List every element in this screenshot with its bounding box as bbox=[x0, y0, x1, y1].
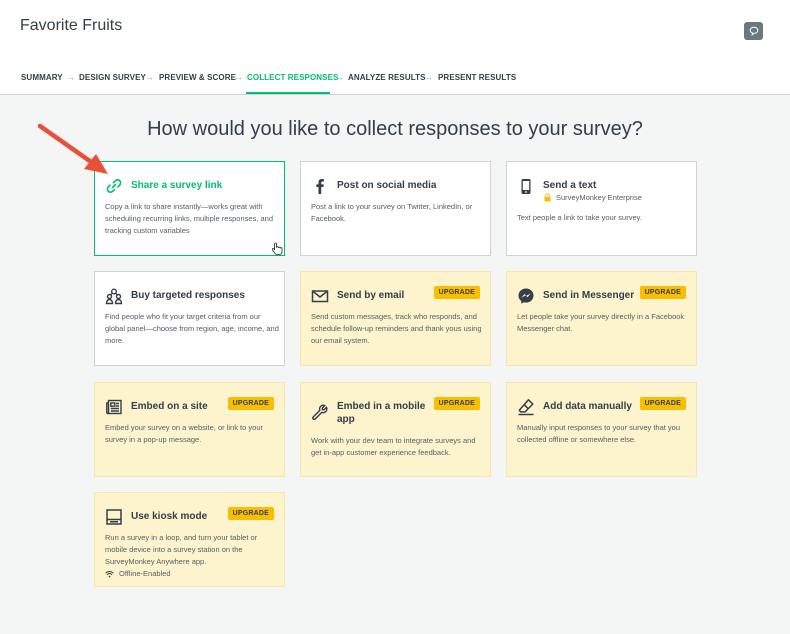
collector-card-embed-site[interactable]: Embed on a site UPGRADE Embed your surve… bbox=[94, 382, 285, 477]
collector-card-social-media[interactable]: Post on social media Post a link to your… bbox=[300, 161, 491, 256]
top-bar: Favorite Fruits bbox=[0, 0, 790, 60]
people-group-icon bbox=[105, 288, 123, 305]
card-description: Copy a link to share instantly—works gre… bbox=[105, 202, 274, 235]
nav-step-design-survey[interactable]: DESIGN SURVEY bbox=[79, 73, 146, 82]
upgrade-badge[interactable]: UPGRADE bbox=[639, 397, 686, 410]
offline-enabled-text: Offline-Enabled bbox=[119, 569, 171, 578]
active-step-indicator bbox=[246, 92, 330, 94]
nav-step-present-results[interactable]: PRESENT RESULTS bbox=[438, 73, 516, 82]
enterprise-label: SurveyMonkey Enterprise bbox=[543, 193, 642, 202]
card-title: Send by email bbox=[337, 290, 405, 301]
nav-arrow-icon: → bbox=[335, 72, 344, 82]
enterprise-label-text: SurveyMonkey Enterprise bbox=[556, 193, 642, 202]
card-description: Let people take your survey directly in … bbox=[517, 312, 685, 333]
nav-arrow-icon: → bbox=[234, 72, 243, 82]
upgrade-badge[interactable]: UPGRADE bbox=[227, 507, 274, 520]
collector-card-targeted-responses[interactable]: Buy targeted responses Find people who f… bbox=[94, 271, 285, 366]
collector-card-share-link[interactable]: Share a survey link Copy a link to share… bbox=[94, 161, 285, 256]
collector-card-messenger[interactable]: Send in Messenger UPGRADE Let people tak… bbox=[506, 271, 697, 366]
annotation-arrow-icon bbox=[37, 123, 108, 174]
card-description: Send custom messages, track who responds… bbox=[311, 312, 482, 345]
offline-enabled-label: Offline-Enabled bbox=[105, 569, 171, 578]
collector-card-embed-mobile[interactable]: Embed in a mobile app UPGRADE Work with … bbox=[300, 382, 491, 477]
pencil-eraser-icon bbox=[518, 399, 534, 416]
nav-arrow-icon: → bbox=[66, 72, 75, 82]
collector-card-send-text[interactable]: Send a text SurveyMonkey Enterprise Text… bbox=[506, 161, 697, 256]
collector-card-manual-data[interactable]: Add data manually UPGRADE Manually input… bbox=[506, 382, 697, 477]
card-description: Find people who fit your target criteria… bbox=[105, 312, 279, 345]
upgrade-badge[interactable]: UPGRADE bbox=[433, 397, 480, 410]
card-title: Share a survey link bbox=[131, 180, 223, 191]
nav-arrow-icon: → bbox=[424, 72, 433, 82]
card-description: Run a survey in a loop, and turn your ta… bbox=[105, 533, 258, 566]
nav-step-preview-score[interactable]: PREVIEW & SCORE bbox=[159, 73, 236, 82]
card-title: Use kiosk mode bbox=[131, 511, 208, 522]
nav-step-analyze-results[interactable]: ANALYZE RESULTS bbox=[348, 73, 426, 82]
card-description: Post a link to your survey on Twitter, L… bbox=[311, 202, 473, 223]
card-description: Embed your survey on a website, or link … bbox=[105, 423, 263, 444]
speech-bubble-icon bbox=[749, 26, 758, 36]
wrench-icon bbox=[312, 404, 328, 421]
chat-button[interactable] bbox=[744, 22, 763, 40]
upgrade-badge[interactable]: UPGRADE bbox=[639, 286, 686, 299]
facebook-icon bbox=[316, 179, 324, 194]
card-title: Send in Messenger bbox=[543, 290, 635, 301]
wifi-icon bbox=[105, 570, 114, 577]
card-title: Embed in a mobile app bbox=[337, 401, 426, 425]
card-description: Text people a link to take your survey. bbox=[517, 213, 642, 222]
survey-title: Favorite Fruits bbox=[20, 17, 123, 34]
step-navigation: SUMMARY → DESIGN SURVEY → PREVIEW & SCOR… bbox=[0, 60, 790, 95]
envelope-icon bbox=[311, 290, 329, 303]
nav-step-summary[interactable]: SUMMARY bbox=[21, 73, 63, 82]
nav-step-collect-responses[interactable]: COLLECT RESPONSES bbox=[247, 73, 339, 82]
collector-card-kiosk[interactable]: Use kiosk mode UPGRADE Run a survey in a… bbox=[94, 492, 285, 587]
newspaper-icon bbox=[106, 399, 122, 415]
page-heading: How would you like to collect responses … bbox=[147, 118, 643, 140]
card-title: Send a text bbox=[543, 180, 597, 191]
messenger-icon bbox=[518, 288, 534, 304]
lock-icon bbox=[544, 193, 551, 202]
nav-arrow-icon: → bbox=[145, 72, 154, 82]
card-description: Manually input responses to your survey … bbox=[517, 423, 681, 444]
mobile-phone-icon bbox=[521, 179, 531, 194]
card-title: Add data manually bbox=[543, 401, 632, 412]
hand-cursor-icon bbox=[272, 242, 283, 255]
card-description: Work with your dev team to integrate sur… bbox=[311, 436, 476, 457]
card-title: Buy targeted responses bbox=[131, 290, 245, 301]
kiosk-icon bbox=[106, 509, 122, 525]
upgrade-badge[interactable]: UPGRADE bbox=[433, 286, 480, 299]
collector-card-email[interactable]: Send by email UPGRADE Send custom messag… bbox=[300, 271, 491, 366]
card-title: Post on social media bbox=[337, 180, 437, 191]
upgrade-badge[interactable]: UPGRADE bbox=[227, 397, 274, 410]
card-title: Embed on a site bbox=[131, 401, 208, 412]
